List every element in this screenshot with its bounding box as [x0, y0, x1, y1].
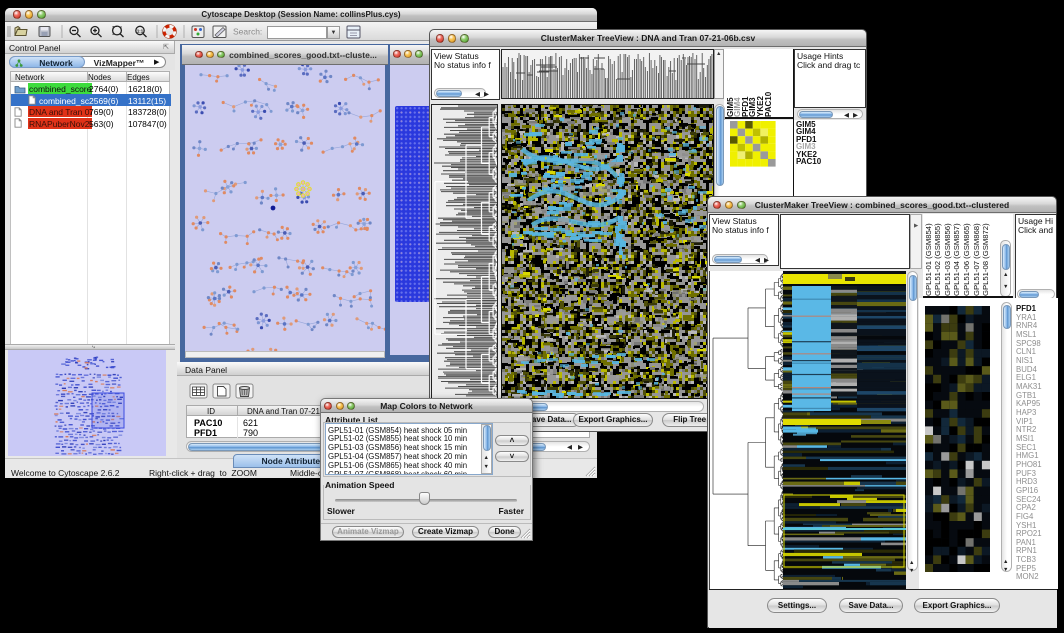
- svg-text:1:1: 1:1: [137, 28, 144, 33]
- svg-text:Search:: Search:: [233, 27, 262, 37]
